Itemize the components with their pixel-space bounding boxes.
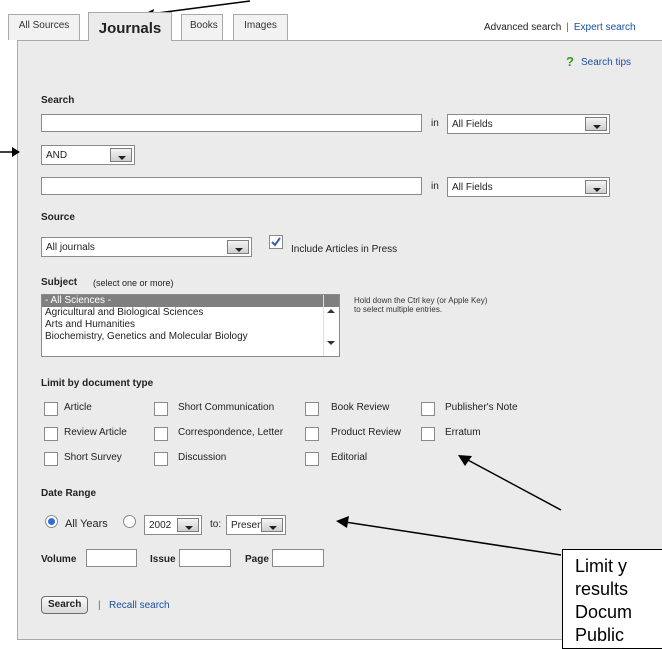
annotation-arrow-operator — [0, 147, 20, 157]
doctype-label: Discussion — [178, 452, 227, 463]
listbox-scrollbar[interactable] — [323, 295, 339, 356]
search-term-1-input[interactable] — [41, 114, 422, 132]
doctype-checkbox[interactable] — [305, 427, 319, 441]
tab-all-sources[interactable]: All Sources — [8, 14, 80, 40]
from-year-value: 2002 — [149, 520, 172, 531]
advanced-search-link[interactable]: Advanced search — [484, 22, 561, 33]
doctype-checkbox[interactable] — [421, 402, 435, 416]
annotation-callout: Limit y results Docum Public — [562, 549, 662, 649]
subject-help-line-2: to select multiple entries. — [354, 305, 443, 314]
doctype-checkbox[interactable] — [421, 427, 435, 441]
chevron-down-icon[interactable] — [261, 518, 283, 532]
chevron-down-icon[interactable] — [177, 518, 199, 532]
recall-search-link[interactable]: Recall search — [109, 600, 170, 611]
search-field-2-select[interactable]: All Fields — [447, 177, 610, 197]
search-tips-link[interactable]: Search tips — [581, 57, 631, 68]
tab-journals[interactable]: Journals — [88, 12, 172, 41]
top-links: Advanced search | Expert search — [484, 22, 636, 33]
in-label-2: in — [431, 181, 439, 192]
checkmark-icon — [271, 237, 281, 247]
doctype-label: Product Review — [331, 427, 402, 438]
doctype-label: Article — [64, 402, 92, 413]
doctype-label: Correspondence, Letter — [178, 427, 284, 438]
issue-label: Issue — [150, 554, 176, 565]
actions-separator: | — [98, 600, 101, 611]
search-field-1-value: All Fields — [452, 119, 493, 130]
to-year-select[interactable]: Present — [226, 515, 286, 535]
search-field-1-select[interactable]: All Fields — [447, 114, 610, 134]
doctype-label: Erratum — [445, 427, 481, 438]
search-field-2-value: All Fields — [452, 182, 493, 193]
search-term-2-input[interactable] — [41, 177, 422, 195]
from-year-select[interactable]: 2002 — [144, 515, 202, 535]
in-label-1: in — [431, 118, 439, 129]
subject-option[interactable]: - All Sciences - — [42, 295, 339, 307]
chevron-down-icon[interactable] — [585, 180, 607, 194]
scroll-up-icon[interactable] — [327, 309, 335, 313]
subject-help-line-1: Hold down the Ctrl key (or Apple Key) — [354, 296, 488, 305]
volume-label: Volume — [41, 554, 77, 565]
callout-line: Docum — [575, 602, 633, 622]
subject-option[interactable]: Agricultural and Biological Sciences — [42, 307, 339, 319]
date-range-heading: Date Range — [41, 488, 97, 499]
doctype-checkbox[interactable] — [44, 402, 58, 416]
search-button[interactable]: Search — [41, 596, 89, 614]
expert-search-link[interactable]: Expert search — [574, 22, 636, 33]
doctype-label: Book Review — [331, 402, 390, 413]
source-heading: Source — [41, 212, 75, 223]
boolean-operator-value: AND — [46, 150, 68, 161]
year-range-radio[interactable] — [123, 515, 136, 528]
subject-option[interactable]: Biochemistry, Genetics and Molecular Bio… — [42, 331, 339, 343]
doctype-checkbox[interactable] — [154, 402, 168, 416]
doctype-heading: Limit by document type — [41, 378, 154, 389]
subject-option[interactable]: Arts and Humanities — [42, 319, 339, 331]
chevron-down-icon[interactable] — [227, 240, 249, 254]
callout-line: Public — [575, 625, 625, 645]
chevron-down-icon[interactable] — [110, 148, 132, 162]
to-label: to: — [210, 519, 222, 530]
doctype-label: Publisher's Note — [445, 402, 518, 413]
doctype-label: Short Survey — [64, 452, 122, 463]
annotation-arrows — [336, 455, 562, 556]
callout-line: Limit y — [575, 556, 628, 576]
subject-heading: Subject — [41, 277, 78, 288]
toplinks-separator: | — [566, 22, 569, 33]
source-select[interactable]: All journals — [41, 237, 252, 257]
callout-line: results — [575, 579, 629, 599]
boolean-operator-select[interactable]: AND — [41, 145, 135, 165]
doctype-checkbox[interactable] — [305, 402, 319, 416]
chevron-down-icon[interactable] — [585, 117, 607, 131]
doctype-label: Short Communication — [178, 402, 275, 413]
doctype-checkbox[interactable] — [154, 452, 168, 466]
doctype-label: Review Article — [64, 427, 127, 438]
doctype-checkbox[interactable] — [44, 427, 58, 441]
all-years-radio[interactable] — [45, 515, 58, 528]
subject-listbox[interactable]: - All Sciences - Agricultural and Biolog… — [41, 294, 340, 357]
doctype-checkbox[interactable] — [44, 452, 58, 466]
issue-input[interactable] — [179, 549, 231, 567]
subject-hint: (select one or more) — [93, 278, 174, 288]
volume-input[interactable] — [86, 549, 137, 567]
search-tips-icon[interactable]: ? — [566, 54, 574, 69]
source-value: All journals — [46, 242, 95, 253]
include-articles-in-press-checkbox[interactable] — [269, 235, 283, 249]
include-articles-in-press-label: Include Articles in Press — [291, 244, 398, 255]
all-years-label: All Years — [65, 518, 108, 530]
search-heading: Search — [41, 95, 75, 106]
scroll-down-icon[interactable] — [327, 341, 335, 345]
page-label: Page — [245, 554, 269, 565]
doctype-checkbox[interactable] — [154, 427, 168, 441]
